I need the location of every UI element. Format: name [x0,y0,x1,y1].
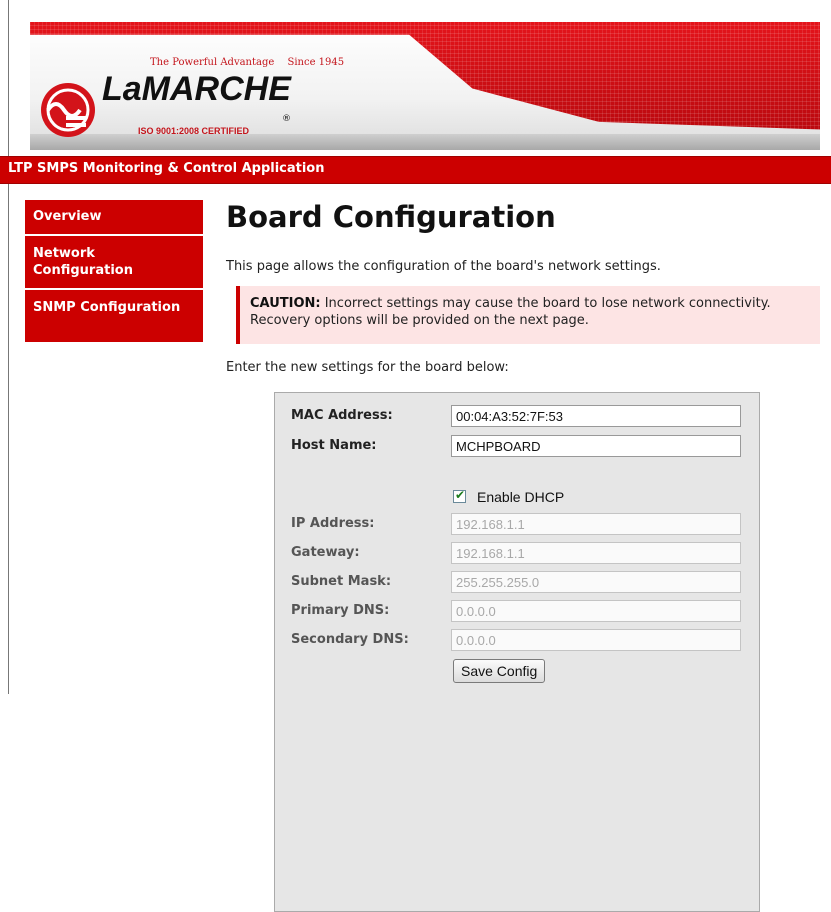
enable-dhcp-checkbox[interactable]: ✔ [453,488,466,503]
subnet-row: Subnet Mask: [275,571,759,595]
gateway-field[interactable] [451,542,741,564]
mac-address-label: MAC Address: [291,408,393,423]
gateway-label: Gateway: [291,545,360,560]
ip-address-field[interactable] [451,513,741,535]
host-row: Host Name: [275,435,759,459]
header-banner: The Powerful Advantage Since 1945 LaMARC… [30,22,820,150]
tagline-text: The Powerful Advantage [150,57,275,68]
ip-row: IP Address: [275,513,759,537]
page-border-line [8,0,9,694]
caution-label: CAUTION: [250,296,321,311]
host-name-label: Host Name: [291,438,377,453]
sidebar-item-overview[interactable]: Overview [25,200,203,234]
primary-dns-label: Primary DNS: [291,603,390,618]
intro-text: This page allows the configuration of th… [226,259,661,274]
mac-row: MAC Address: [275,405,759,429]
app-title: LTP SMPS Monitoring & Control Applicatio… [8,161,325,176]
app-title-bar: LTP SMPS Monitoring & Control Applicatio… [0,156,831,184]
host-name-field[interactable] [451,435,741,457]
subnet-mask-label: Subnet Mask: [291,574,392,589]
subnet-mask-field[interactable] [451,571,741,593]
registered-mark: ® [282,114,291,124]
secondary-dns-row: Secondary DNS: [275,629,759,653]
since-text: Since 1945 [287,57,345,68]
page-title: Board Configuration [226,200,556,234]
save-config-button[interactable]: Save Config [453,659,546,683]
sidebar-item-network-configuration[interactable]: Network Configuration [25,236,203,288]
sidebar-item-snmp-configuration[interactable]: SNMP Configuration [25,290,203,342]
enter-settings-text: Enter the new settings for the board bel… [226,360,509,375]
enable-dhcp-label[interactable]: Enable DHCP [477,489,564,505]
primary-dns-row: Primary DNS: [275,600,759,624]
secondary-dns-label: Secondary DNS: [291,632,409,647]
secondary-dns-field[interactable] [451,629,741,651]
lamarche-logo-icon [41,83,95,137]
checkmark-icon: ✔ [455,488,466,502]
ip-address-label: IP Address: [291,516,375,531]
brand-tagline: The Powerful Advantage Since 1945 [150,57,344,68]
sidebar-nav: Overview Network Configuration SNMP Conf… [25,200,203,344]
gateway-row: Gateway: [275,542,759,566]
logo-wordmark: LaMARCHE [102,70,291,108]
network-settings-form: MAC Address: Host Name: ✔ Enable DHCP IP… [274,392,760,912]
mac-address-field[interactable] [451,405,741,427]
caution-box: CAUTION: Incorrect settings may cause th… [236,286,820,344]
primary-dns-field[interactable] [451,600,741,622]
iso-certification: ISO 9001:2008 CERTIFIED [138,126,250,136]
caution-text: Incorrect settings may cause the board t… [250,296,771,328]
banner-bottom-strip [30,134,820,150]
